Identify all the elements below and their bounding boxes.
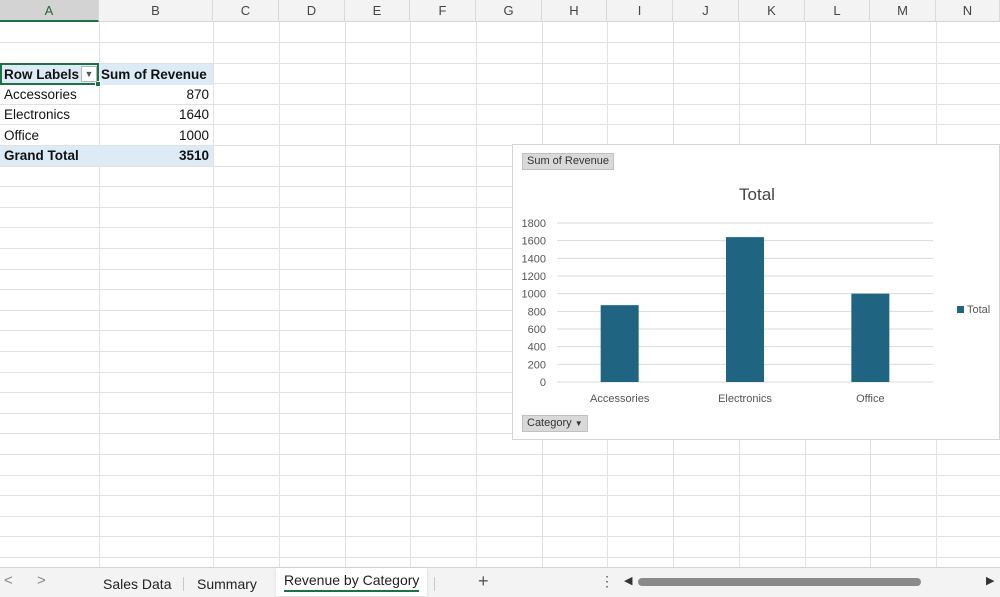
- add-sheet-button[interactable]: +: [478, 571, 489, 592]
- column-header-i[interactable]: I: [607, 0, 673, 22]
- sheet-tab-bar: < > Sales Data Summary Revenue by Catego…: [0, 567, 1000, 597]
- column-header-f[interactable]: F: [410, 0, 476, 22]
- column-header-g[interactable]: G: [476, 0, 542, 22]
- chart-bar[interactable]: [851, 293, 890, 382]
- pivot-grand-total-label[interactable]: Grand Total: [0, 146, 99, 166]
- more-options-icon[interactable]: ⋮: [600, 573, 614, 590]
- y-tick-label: 600: [528, 324, 546, 336]
- column-header-b[interactable]: B: [99, 0, 213, 22]
- y-tick-label: 1800: [522, 218, 546, 230]
- y-tick-label: 0: [540, 377, 546, 389]
- pivot-chart[interactable]: 0 200 400 600 800 1000 1200 1400 1600 1800 Accesso…: [512, 144, 1000, 440]
- pivot-row-value[interactable]: 1640: [99, 105, 213, 125]
- x-tick-label: Office: [856, 393, 885, 405]
- column-header-n[interactable]: N: [936, 0, 1000, 22]
- column-header-k[interactable]: K: [739, 0, 805, 22]
- column-header-a[interactable]: A: [0, 0, 99, 22]
- previous-sheet-button[interactable]: <: [4, 572, 13, 589]
- scrollbar-thumb[interactable]: [638, 578, 921, 586]
- column-header-c[interactable]: C: [213, 0, 279, 22]
- pivot-values-header[interactable]: Sum of Revenue: [99, 64, 213, 85]
- y-tick-label: 400: [528, 342, 546, 354]
- pivot-row-value[interactable]: 870: [99, 85, 213, 105]
- active-tab-underline: [284, 590, 420, 592]
- y-tick-label: 1200: [522, 271, 546, 283]
- pivot-row-value[interactable]: 1000: [99, 126, 213, 146]
- tab-summary[interactable]: Summary: [189, 573, 265, 595]
- pivot-row-label[interactable]: Electronics: [0, 105, 99, 125]
- column-header-l[interactable]: L: [805, 0, 870, 22]
- row-labels-filter-dropdown[interactable]: ▼: [81, 66, 97, 82]
- horizontal-scrollbar[interactable]: ◀ ▶: [622, 574, 998, 590]
- tab-separator: [183, 577, 184, 591]
- tab-revenue-by-category[interactable]: Revenue by Category: [276, 568, 428, 596]
- pivot-grand-total-value[interactable]: 3510: [99, 146, 213, 166]
- y-tick-label: 800: [528, 306, 546, 318]
- pivot-row-label[interactable]: Accessories: [0, 85, 99, 105]
- y-tick-label: 1600: [522, 236, 546, 248]
- column-header-bar: A B C D E F G H I J K L M N: [0, 0, 1000, 22]
- tab-label: Revenue by Category: [284, 572, 420, 588]
- chevron-down-icon: ▼: [574, 419, 583, 428]
- legend-swatch: [957, 306, 964, 313]
- y-tick-label: 1000: [522, 289, 546, 301]
- tab-label: Summary: [197, 576, 257, 592]
- pivot-row-label[interactable]: Office: [0, 126, 99, 146]
- chart-bar[interactable]: [600, 305, 639, 382]
- legend-label: Total: [967, 304, 991, 316]
- column-header-h[interactable]: H: [542, 0, 607, 22]
- axis-field-label: Category: [527, 417, 572, 429]
- scroll-right-arrow-icon[interactable]: ▶: [986, 574, 994, 587]
- x-tick-label: Electronics: [718, 393, 772, 405]
- tab-sales-data[interactable]: Sales Data: [95, 573, 179, 595]
- tab-label: Sales Data: [103, 576, 172, 592]
- scroll-left-arrow-icon[interactable]: ◀: [624, 574, 632, 587]
- chart-title[interactable]: Total: [513, 185, 1000, 205]
- chart-values-field-button[interactable]: Sum of Revenue: [522, 153, 614, 170]
- x-tick-label: Accessories: [590, 393, 650, 405]
- chart-legend[interactable]: Total: [957, 304, 990, 316]
- column-header-m[interactable]: M: [870, 0, 936, 22]
- column-header-e[interactable]: E: [345, 0, 410, 22]
- chart-bar[interactable]: [726, 237, 764, 382]
- tab-separator: [434, 577, 435, 591]
- column-header-d[interactable]: D: [279, 0, 345, 22]
- column-header-j[interactable]: J: [673, 0, 739, 22]
- next-sheet-button[interactable]: >: [37, 572, 46, 589]
- y-tick-label: 200: [528, 359, 546, 371]
- chart-axis-field-button[interactable]: Category ▼: [522, 415, 588, 432]
- y-tick-label: 1400: [522, 253, 546, 265]
